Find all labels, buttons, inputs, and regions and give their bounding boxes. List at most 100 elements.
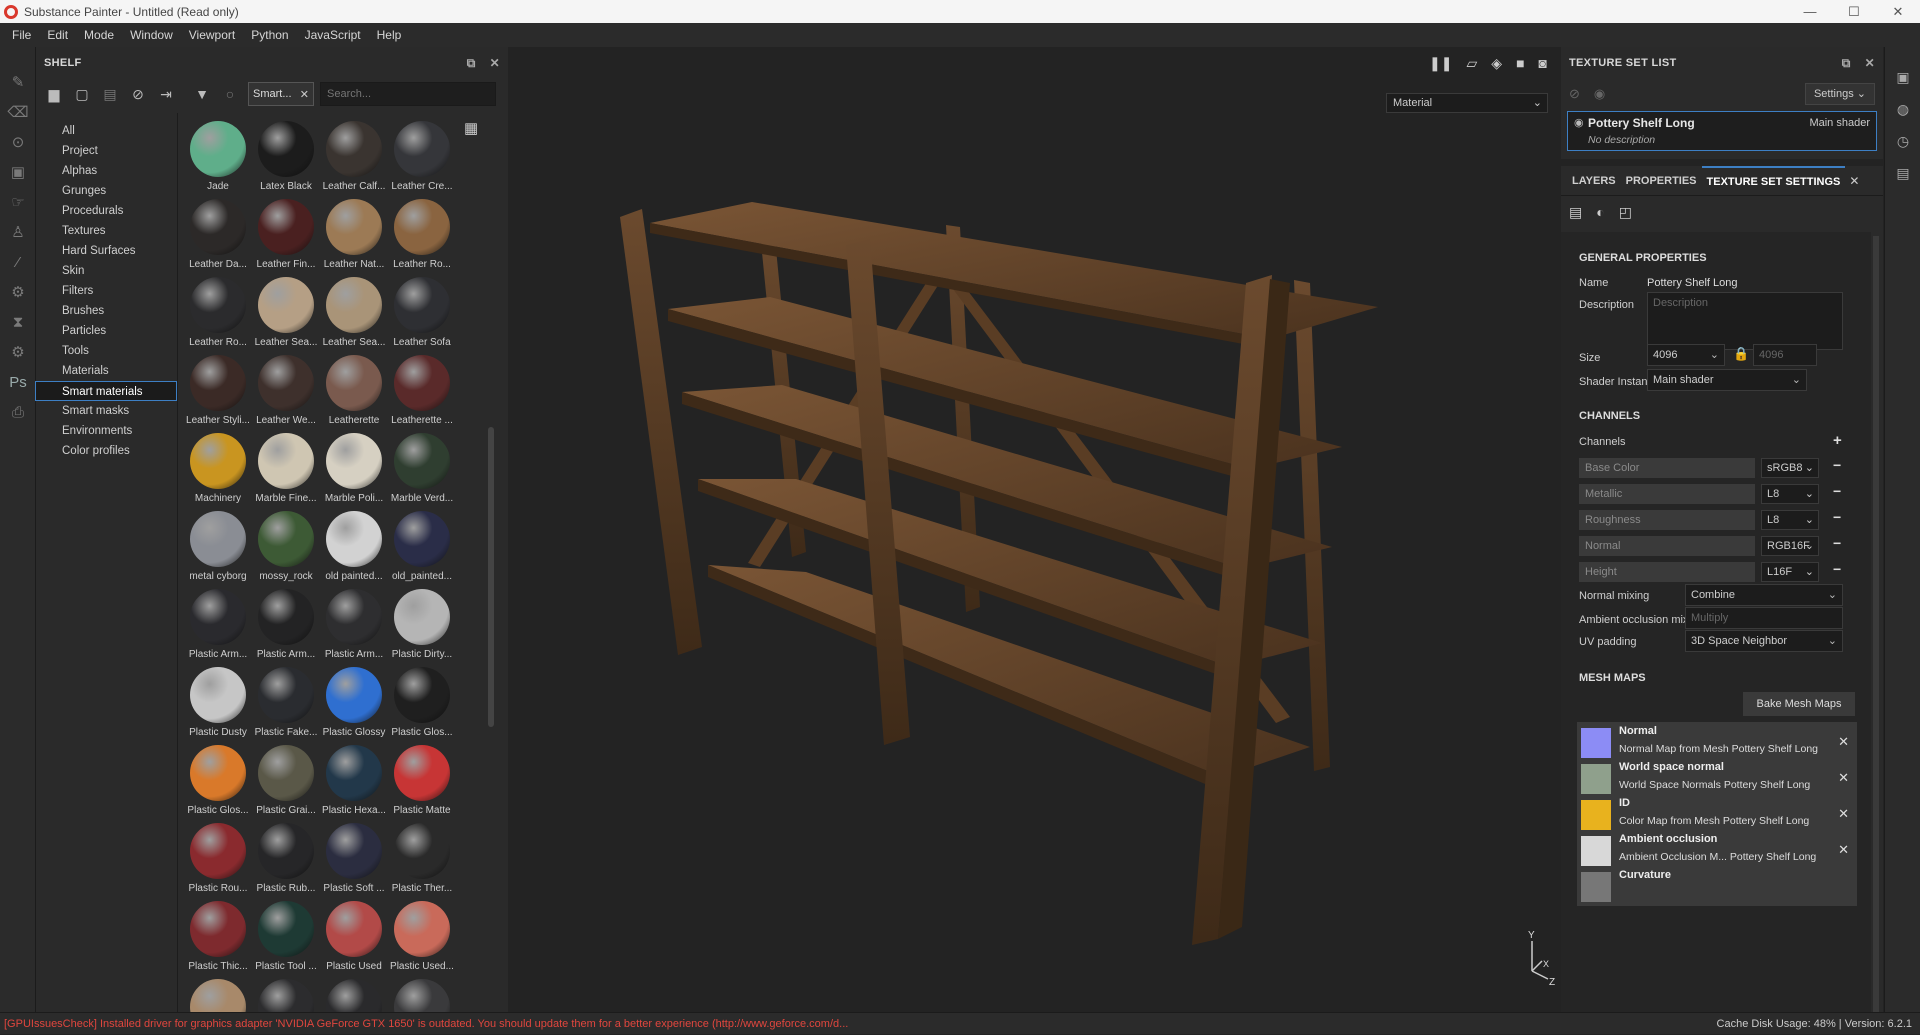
remove-mesh-map-icon[interactable]: ✕	[1838, 734, 1849, 750]
material-thumbnail[interactable]: Plastic Rou...	[184, 819, 252, 897]
material-thumbnail[interactable]: Leather Ro...	[388, 195, 456, 273]
material-thumbnail[interactable]: Marble Poli...	[320, 429, 388, 507]
3d-view-icon[interactable]: ◈	[1491, 55, 1502, 72]
shelf-category[interactable]: Smart materials	[35, 381, 177, 401]
description-field[interactable]: Description	[1647, 292, 1843, 350]
material-thumbnail[interactable]: Plastic Arm...	[252, 585, 320, 663]
shelf-category[interactable]: Filters	[36, 281, 177, 301]
gear-icon[interactable]: ⚙	[0, 277, 36, 307]
viewport-mode-select[interactable]: Material ⌄	[1386, 93, 1548, 113]
smudge-icon[interactable]: ☞	[0, 187, 36, 217]
visibility-eye-icon[interactable]: ◉	[1574, 116, 1584, 129]
pause-icon[interactable]: ❚❚	[1429, 55, 1452, 72]
material-thumbnail[interactable]: Plastic Soft ...	[320, 819, 388, 897]
new-file-icon[interactable]: ▢	[68, 81, 96, 107]
material-thumbnail[interactable]: Leather Calf...	[320, 117, 388, 195]
material-thumbnail[interactable]: Leatherette ...	[388, 351, 456, 429]
material-thumbnail[interactable]: Plastic Matte	[388, 741, 456, 819]
material-thumbnail[interactable]: Plastic Dusty	[184, 663, 252, 741]
bake-icon[interactable]: ▤	[1569, 204, 1582, 221]
material-thumbnail[interactable]: Plastic Arm...	[184, 585, 252, 663]
export-icon[interactable]: ⎙	[0, 397, 36, 427]
viewport-3d[interactable]: ❚❚ ▱ ◈ ■ ◙ Material ⌄ Y X Z	[510, 47, 1559, 1012]
name-value[interactable]: Pottery Shelf Long	[1647, 277, 1738, 289]
material-thumbnail[interactable]: Plastic Tool ...	[252, 897, 320, 975]
material-thumbnail[interactable]: Plastic Hexa...	[320, 741, 388, 819]
material-thumbnail[interactable]: Leather Cre...	[388, 117, 456, 195]
measure-icon[interactable]: ⧗	[0, 307, 36, 337]
mesh-map-item[interactable]: Curvature	[1577, 866, 1857, 906]
size-select[interactable]: 4096 ⌄	[1647, 344, 1725, 366]
polygon-fill-icon[interactable]: ▣	[0, 157, 36, 187]
settings-scrollbar[interactable]	[1873, 236, 1879, 1012]
filter-chip[interactable]: Smart... ✕	[248, 82, 314, 106]
shelf-category[interactable]: Skin	[36, 261, 177, 281]
shelf-category[interactable]: All	[36, 121, 177, 141]
paint-brush-icon[interactable]: ✎	[0, 67, 36, 97]
menu-javascript[interactable]: JavaScript	[297, 23, 369, 47]
shelf-category[interactable]: Textures	[36, 221, 177, 241]
close-window-button[interactable]: ✕	[1876, 0, 1920, 23]
material-thumbnail[interactable]: Jade	[184, 117, 252, 195]
shelf-category[interactable]: Particles	[36, 321, 177, 341]
material-thumbnail[interactable]: metal cyborg	[184, 507, 252, 585]
settings-icon[interactable]: ⚙	[0, 337, 36, 367]
tab-properties[interactable]: PROPERTIES	[1621, 167, 1702, 195]
projection-icon[interactable]: ⊙	[0, 127, 36, 157]
eraser-icon[interactable]: ⌫	[0, 97, 36, 127]
material-thumbnail[interactable]: Leather We...	[252, 351, 320, 429]
material-thumbnail[interactable]: Plastic Arm...	[320, 585, 388, 663]
channel-format-select[interactable]: L8 ⌄	[1761, 484, 1819, 504]
float-panel-icon[interactable]: ⧉	[1842, 56, 1851, 71]
remove-mesh-map-icon[interactable]: ✕	[1838, 806, 1849, 822]
material-thumbnail[interactable]	[388, 975, 456, 1012]
shelf-category[interactable]: Brushes	[36, 301, 177, 321]
normal-mixing-select[interactable]: Combine ⌄	[1685, 584, 1843, 606]
remove-channel-icon[interactable]: −	[1833, 509, 1841, 525]
tab-texture-set-settings[interactable]: TEXTURE SET SETTINGS	[1701, 165, 1846, 196]
uv-icon[interactable]: ◰	[1619, 204, 1632, 221]
material-sphere-icon[interactable]: ◐	[1596, 204, 1604, 220]
material-thumbnail[interactable]	[184, 975, 252, 1012]
channel-format-select[interactable]: L8 ⌄	[1761, 510, 1819, 530]
bake-mesh-maps-button[interactable]: Bake Mesh Maps	[1743, 692, 1855, 716]
shelf-category[interactable]: Grunges	[36, 181, 177, 201]
shelf-category[interactable]: Materials	[36, 361, 177, 381]
float-panel-icon[interactable]: ⧉	[467, 56, 476, 71]
channel-format-select[interactable]: L16F ⌄	[1761, 562, 1819, 582]
material-thumbnail[interactable]: Leather Da...	[184, 195, 252, 273]
shader-settings-icon[interactable]: ◍	[1885, 93, 1920, 125]
shelf-category[interactable]: Environments	[36, 421, 177, 441]
remove-channel-icon[interactable]: −	[1833, 535, 1841, 551]
material-thumbnail[interactable]: Plastic Used...	[388, 897, 456, 975]
photoshop-icon[interactable]: Ps	[0, 367, 36, 397]
material-thumbnail[interactable]: Leather Sea...	[252, 273, 320, 351]
material-thumbnail[interactable]: Machinery	[184, 429, 252, 507]
mesh-map-item[interactable]: ID Color Map from Mesh Pottery Shelf Long…	[1577, 794, 1857, 834]
channel-format-select[interactable]: sRGB8 ⌄	[1761, 458, 1819, 478]
remove-channel-icon[interactable]: −	[1833, 561, 1841, 577]
texture-set-shader[interactable]: Main shader	[1809, 117, 1870, 129]
hide-icon[interactable]: ⊘	[124, 81, 152, 107]
menu-mode[interactable]: Mode	[76, 23, 122, 47]
folder-icon[interactable]: ▆	[40, 81, 68, 107]
menu-python[interactable]: Python	[243, 23, 296, 47]
material-thumbnail[interactable]	[252, 975, 320, 1012]
color-picker-icon[interactable]: ⁄	[0, 247, 36, 277]
uv-padding-select[interactable]: 3D Space Neighbor ⌄	[1685, 630, 1843, 652]
material-thumbnail[interactable]: Plastic Dirty...	[388, 585, 456, 663]
menu-file[interactable]: File	[4, 23, 39, 47]
material-thumbnail[interactable]: Plastic Used	[320, 897, 388, 975]
material-thumbnail[interactable]: Leatherette	[320, 351, 388, 429]
eye-icon[interactable]: ◉	[1594, 86, 1605, 102]
clone-stamp-icon[interactable]: ♙	[0, 217, 36, 247]
shelf-category[interactable]: Smart masks	[36, 401, 177, 421]
hide-icon[interactable]: ⊘	[1569, 86, 1580, 102]
material-thumbnail[interactable]: Plastic Glos...	[184, 741, 252, 819]
camera-icon[interactable]: ■	[1516, 55, 1524, 71]
shelf-category[interactable]: Procedurals	[36, 201, 177, 221]
list-icon[interactable]: ▤	[96, 81, 124, 107]
material-thumbnail[interactable]	[320, 975, 388, 1012]
shelf-category[interactable]: Color profiles	[36, 441, 177, 461]
material-thumbnail[interactable]: Marble Verd...	[388, 429, 456, 507]
